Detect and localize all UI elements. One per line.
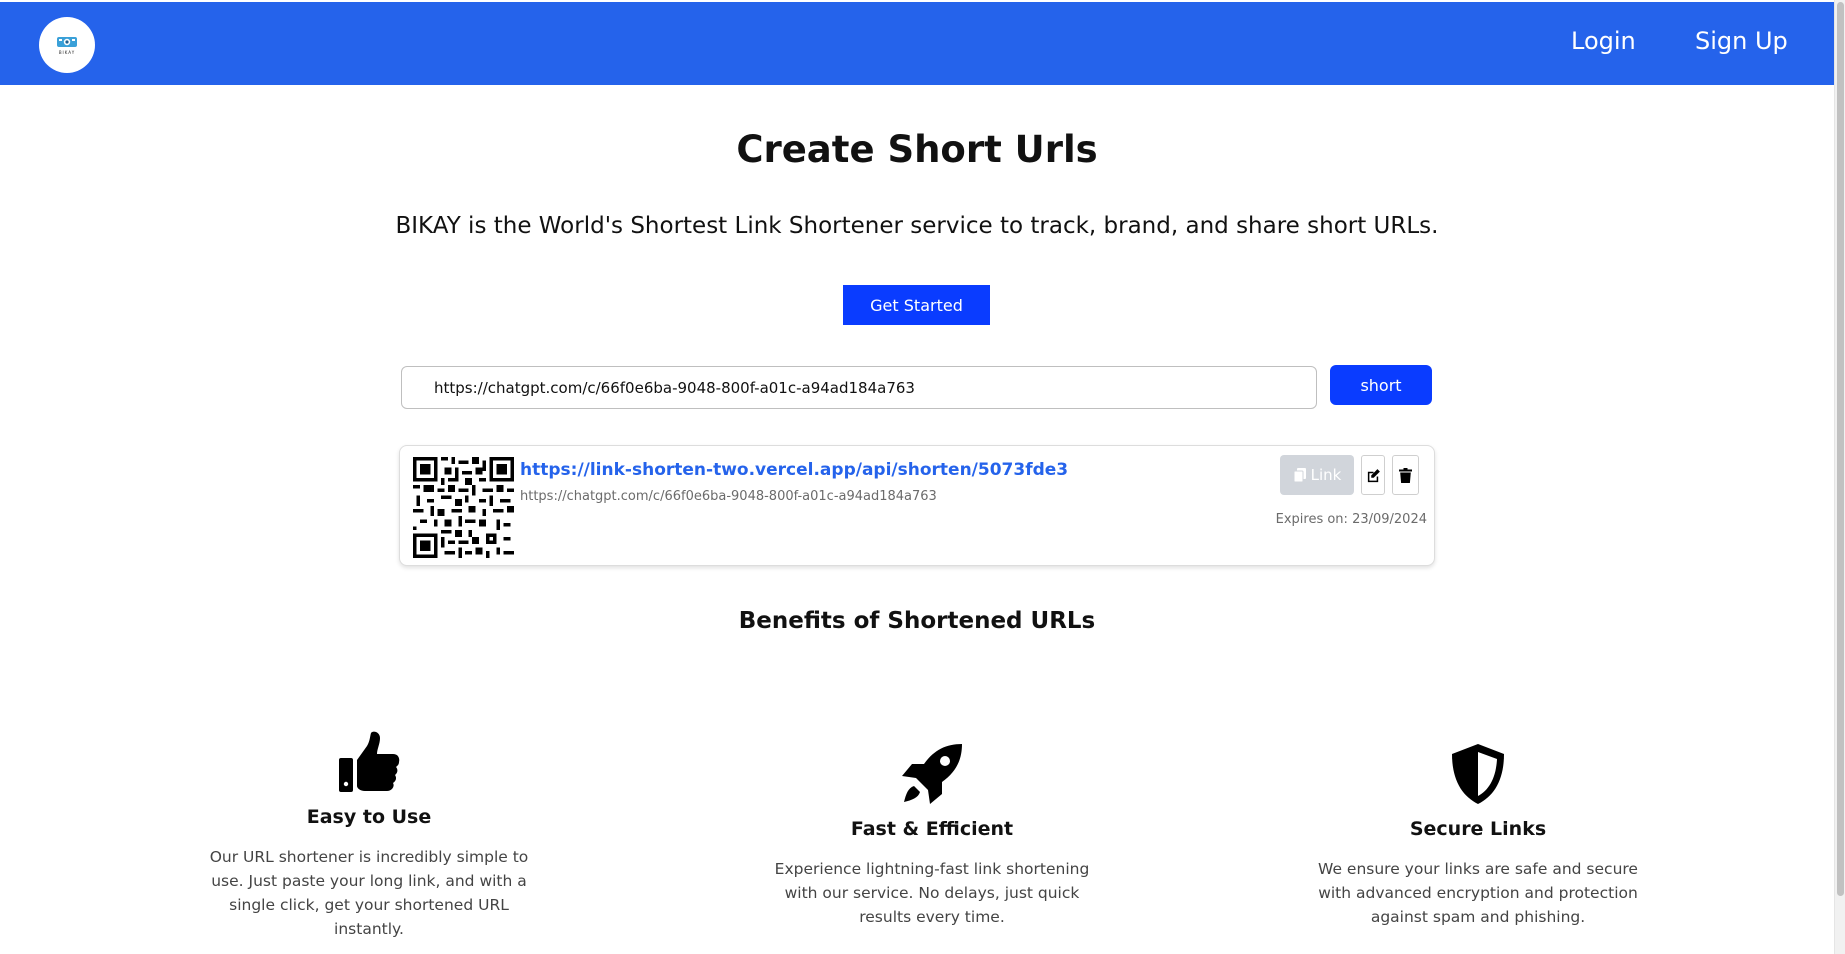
benefit-secure-links: Secure Links We ensure your links are sa…	[1318, 742, 1638, 929]
short-button[interactable]: short	[1330, 365, 1432, 405]
benefit-title: Secure Links	[1409, 818, 1547, 840]
copy-link-label: Link	[1310, 466, 1342, 484]
benefit-easy-to-use: Easy to Use Our URL shortener is incredi…	[209, 730, 529, 941]
navbar: BIKAY Login Sign Up	[0, 2, 1834, 85]
benefits-title: Benefits of Shortened URLs	[738, 608, 1096, 634]
url-input[interactable]	[401, 366, 1317, 409]
logo-icon	[57, 37, 77, 47]
logo[interactable]: BIKAY	[39, 17, 95, 73]
original-url: https://chatgpt.com/c/66f0e6ba-9048-800f…	[520, 489, 937, 504]
signup-link[interactable]: Sign Up	[1695, 27, 1788, 55]
page-title: Create Short Urls	[736, 128, 1098, 171]
thumbs-up-icon	[339, 731, 400, 792]
benefit-title: Easy to Use	[306, 806, 432, 828]
copy-icon	[1293, 467, 1306, 482]
edit-button[interactable]	[1361, 455, 1385, 495]
delete-button[interactable]	[1392, 455, 1419, 495]
scrollbar-thumb[interactable]	[1837, 2, 1844, 896]
benefit-text: We ensure your links are safe and secure…	[1318, 860, 1638, 926]
get-started-button[interactable]: Get Started	[843, 285, 990, 325]
hero-subtitle: BIKAY is the World's Shortest Link Short…	[395, 213, 1439, 239]
benefit-text: Our URL shortener is incredibly simple t…	[209, 848, 529, 938]
short-url-link[interactable]: https://link-shorten-two.vercel.app/api/…	[520, 460, 1068, 480]
expiry-date: Expires on: 23/09/2024	[1275, 512, 1427, 527]
benefit-fast-efficient: Fast & Efficient Experience lightning-fa…	[772, 742, 1092, 929]
result-card: https://link-shorten-two.vercel.app/api/…	[399, 445, 1435, 566]
trash-icon	[1399, 467, 1412, 483]
shield-icon	[1452, 744, 1504, 804]
login-link[interactable]: Login	[1571, 27, 1636, 55]
benefit-text: Experience lightning-fast link shortenin…	[774, 860, 1090, 926]
page: BIKAY Login Sign Up Create Short Urls BI…	[0, 0, 1845, 954]
edit-icon	[1367, 468, 1380, 482]
qr-code	[413, 457, 514, 558]
scrollbar[interactable]	[1834, 0, 1845, 954]
rocket-icon	[902, 744, 962, 804]
logo-text: BIKAY	[58, 50, 76, 55]
benefit-title: Fast & Efficient	[850, 818, 1014, 840]
copy-link-button[interactable]: Link	[1280, 455, 1354, 495]
